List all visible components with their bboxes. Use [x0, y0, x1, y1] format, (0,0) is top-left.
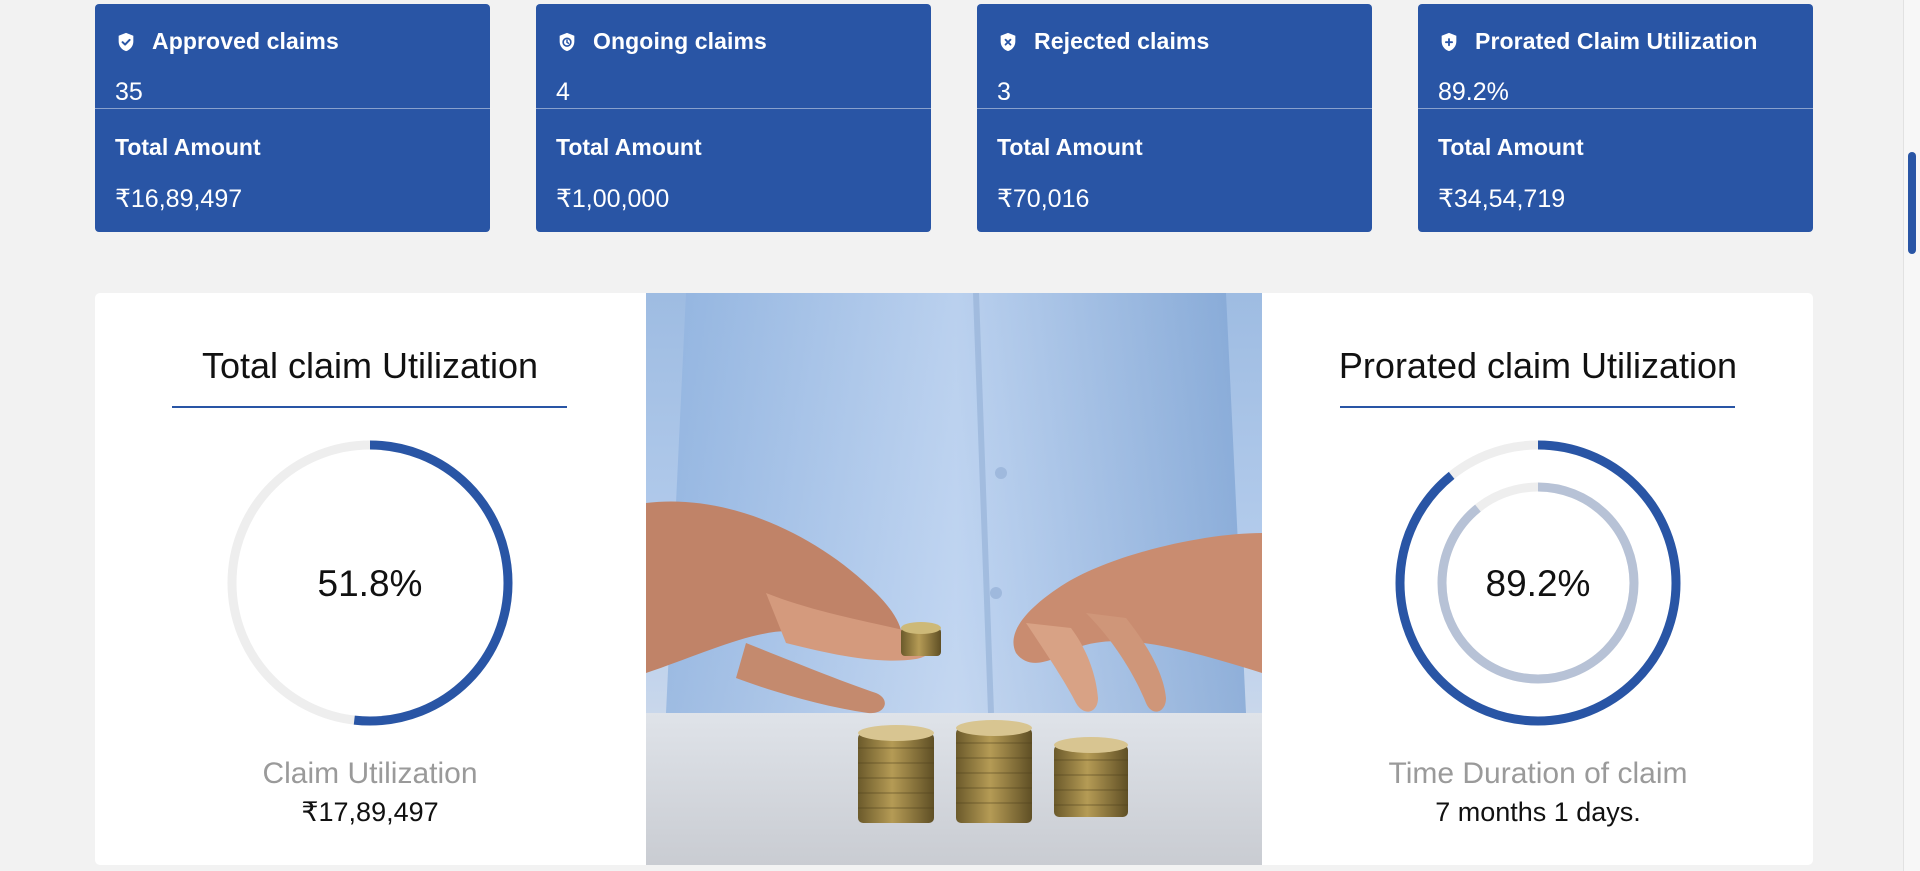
card-divider — [95, 108, 490, 109]
total-utilization-title: Total claim Utilization — [201, 345, 539, 386]
claim-count: 4 — [556, 78, 570, 106]
total-utilization-percent: 51.8% — [317, 563, 423, 604]
total-amount-value: ₹70,016 — [997, 185, 1090, 213]
total-amount-value: ₹16,89,497 — [115, 185, 243, 213]
card-divider — [536, 108, 931, 109]
claim-count: 35 — [115, 78, 143, 106]
title-underline — [1340, 406, 1735, 408]
card-title: Prorated Claim Utilization — [1475, 28, 1758, 54]
total-amount-label: Total Amount — [997, 134, 1143, 160]
dashboard-page: Approved claims 35 Total Amount ₹16,89,4… — [0, 0, 1920, 871]
total-amount-value: ₹34,54,719 — [1438, 185, 1566, 213]
total-amount-value: ₹1,00,000 — [556, 185, 670, 213]
time-duration-value: 7 months 1 days. — [1435, 797, 1641, 827]
total-utilization-section: Total claim Utilization 51.8% Claim Util… — [95, 293, 645, 865]
utilization-panel: Total claim Utilization 51.8% Claim Util… — [95, 293, 1813, 865]
claim-count: 89.2% — [1438, 78, 1509, 106]
approved-claims-card: Approved claims 35 Total Amount ₹16,89,4… — [95, 4, 490, 232]
coins-stack-illustration — [646, 293, 1262, 865]
scrollbar-thumb[interactable] — [1908, 152, 1916, 254]
ongoing-claims-card: Ongoing claims 4 Total Amount ₹1,00,000 — [536, 4, 931, 232]
shield-clock-icon — [559, 32, 575, 51]
prorated-utilization-title: Prorated claim Utilization — [1338, 345, 1738, 386]
shield-plus-icon — [1441, 32, 1457, 51]
card-header: Approved claims — [115, 28, 339, 55]
rejected-claims-card: Rejected claims 3 Total Amount ₹70,016 — [977, 4, 1372, 232]
time-duration-label: Time Duration of claim — [1388, 757, 1688, 790]
card-divider — [1418, 108, 1813, 109]
shield-x-icon — [1000, 32, 1016, 51]
claim-utilization-amount: ₹17,89,497 — [301, 797, 439, 827]
card-header: Rejected claims — [997, 28, 1209, 55]
prorated-utilization-percent: 89.2% — [1485, 563, 1591, 604]
card-title: Ongoing claims — [593, 28, 767, 54]
total-amount-label: Total Amount — [1438, 134, 1584, 160]
prorated-utilization-section: Prorated claim Utilization 89.2% Time Du… — [1263, 293, 1813, 865]
card-title: Approved claims — [152, 28, 339, 54]
title-underline — [172, 406, 567, 408]
total-amount-label: Total Amount — [115, 134, 261, 160]
card-header: Prorated Claim Utilization — [1438, 28, 1757, 55]
prorated-claim-card: Prorated Claim Utilization 89.2% Total A… — [1418, 4, 1813, 232]
claim-count: 3 — [997, 78, 1011, 106]
card-title: Rejected claims — [1034, 28, 1210, 54]
coins-stack-photo — [646, 293, 1262, 865]
card-divider — [977, 108, 1372, 109]
total-amount-label: Total Amount — [556, 134, 702, 160]
vertical-scrollbar[interactable] — [1903, 0, 1920, 871]
shield-check-icon — [118, 32, 134, 51]
claim-utilization-label: Claim Utilization — [262, 757, 478, 790]
card-header: Ongoing claims — [556, 28, 767, 55]
